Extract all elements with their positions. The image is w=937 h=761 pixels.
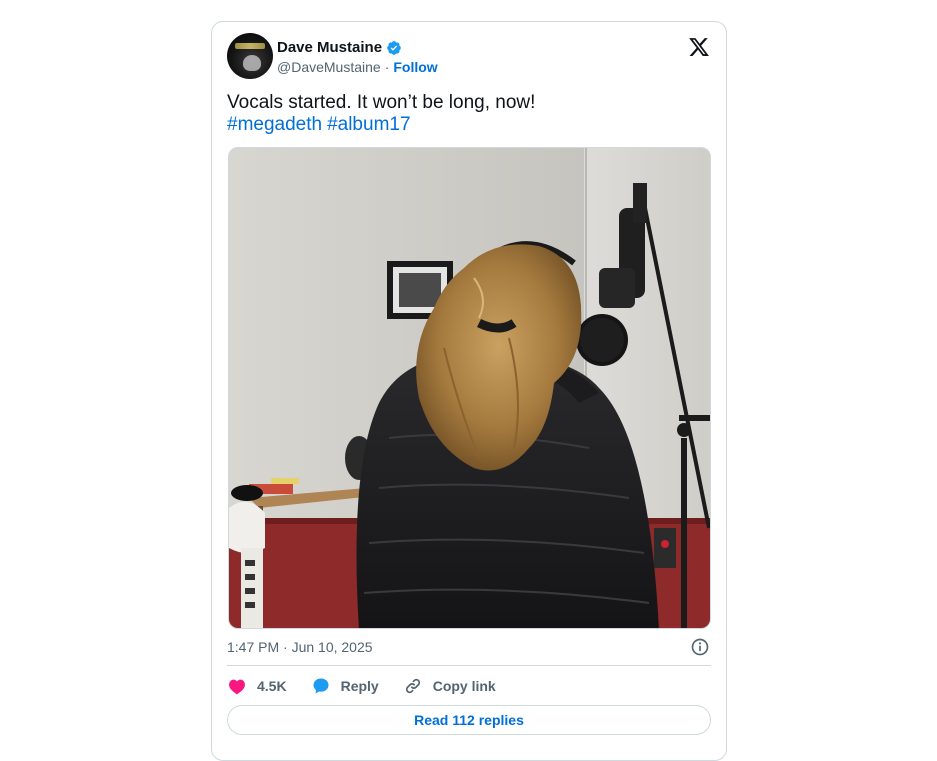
studio-photo: [229, 148, 710, 628]
tweet-timestamp[interactable]: 1:47 PM · Jun 10, 2025: [227, 639, 373, 655]
action-bar: 4.5K Reply Copy link: [227, 676, 520, 696]
separator-dot: ·: [384, 59, 390, 75]
speech-bubble-icon: [313, 678, 329, 694]
verified-badge-icon: [387, 40, 401, 55]
like-button[interactable]: 4.5K: [227, 676, 287, 696]
heart-icon: [229, 679, 245, 695]
follow-button[interactable]: Follow: [393, 59, 437, 75]
divider: [227, 665, 711, 666]
avatar-logo: [235, 43, 265, 49]
avatar-mascot: [243, 55, 261, 71]
author-avatar[interactable]: [227, 33, 273, 79]
tweet-photo[interactable]: [228, 147, 711, 629]
link-icon: [405, 678, 420, 694]
hashtags: #megadeth #album17: [227, 114, 416, 136]
reply-button[interactable]: Reply: [311, 676, 379, 696]
x-logo-icon[interactable]: [688, 36, 710, 58]
author-name[interactable]: Dave Mustaine: [277, 39, 382, 56]
tweet-card: Dave Mustaine @DaveMustaine · Follow Voc…: [211, 21, 727, 761]
reply-label: Reply: [340, 678, 379, 694]
info-icon[interactable]: [690, 637, 710, 657]
hashtag-link[interactable]: #album17: [327, 114, 410, 135]
copy-link-label: Copy link: [432, 678, 496, 694]
read-replies-button[interactable]: Read 112 replies: [227, 705, 711, 735]
copy-link-button[interactable]: Copy link: [403, 676, 496, 696]
hashtag-link[interactable]: #megadeth: [227, 114, 322, 135]
like-count: 4.5K: [257, 678, 287, 694]
tweet-text: Vocals started. It won’t be long, now!: [227, 92, 536, 113]
handle-row: @DaveMustaine · Follow: [277, 59, 438, 75]
author-handle[interactable]: @DaveMustaine: [277, 59, 381, 75]
author-name-row: Dave Mustaine: [277, 39, 402, 56]
